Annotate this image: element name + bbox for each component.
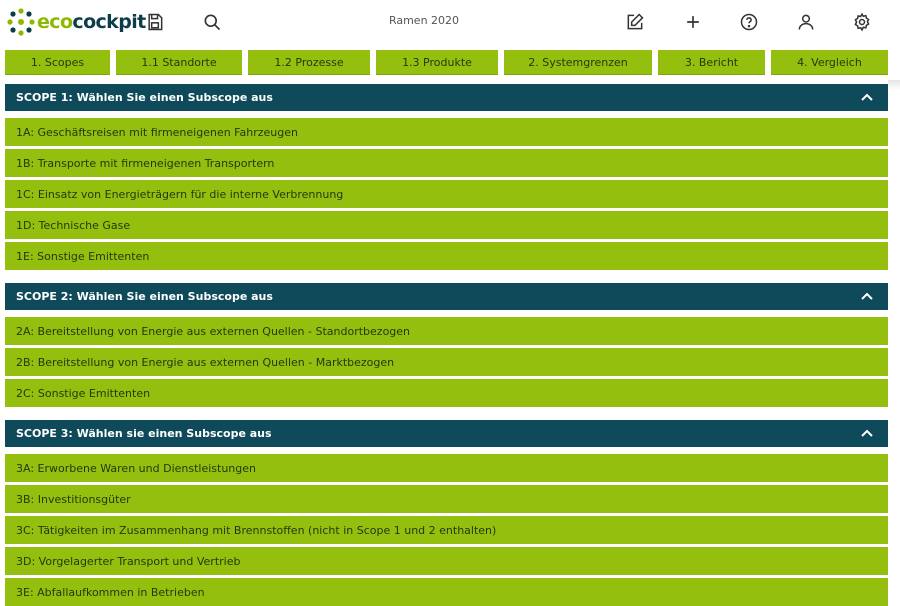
- subscope-1d[interactable]: 1D: Technische Gase: [5, 211, 888, 239]
- scope-3-title: SCOPE 3: Wählen sie einen Subscope aus: [16, 427, 272, 440]
- subscope-3b[interactable]: 3B: Investitionsgüter: [5, 485, 888, 513]
- scroll-edge-shadow: [888, 80, 900, 90]
- tab-prozesse[interactable]: 1.2 Prozesse: [248, 50, 370, 75]
- subscope-1b[interactable]: 1B: Transporte mit firmeneigenen Transpo…: [5, 149, 888, 177]
- add-button[interactable]: [681, 10, 705, 34]
- subscope-3e[interactable]: 3E: Abfallaufkommen in Betrieben: [5, 578, 888, 606]
- scope-1-header[interactable]: SCOPE 1: Wählen Sie einen Subscope aus: [5, 84, 888, 111]
- save-button[interactable]: [143, 10, 167, 34]
- settings-icon: [854, 12, 870, 32]
- scope-2-header[interactable]: SCOPE 2: Wählen Sie einen Subscope aus: [5, 283, 888, 310]
- user-icon: [798, 14, 814, 30]
- scope-1-title: SCOPE 1: Wählen Sie einen Subscope aus: [16, 91, 273, 104]
- search-button[interactable]: [200, 10, 224, 34]
- tab-systemgrenzen[interactable]: 2. Systemgrenzen: [504, 50, 652, 75]
- plus-icon: [687, 16, 699, 28]
- search-icon: [204, 14, 221, 31]
- tab-produkte[interactable]: 1.3 Produkte: [376, 50, 498, 75]
- subscope-1c[interactable]: 1C: Einsatz von Energieträgern für die i…: [5, 180, 888, 208]
- tab-vergleich[interactable]: 4. Vergleich: [771, 50, 888, 75]
- edit-button[interactable]: [623, 10, 647, 34]
- user-button[interactable]: [794, 10, 818, 34]
- help-button[interactable]: [737, 10, 761, 34]
- settings-button[interactable]: [850, 10, 874, 34]
- subscope-3c[interactable]: 3C: Tätigkeiten im Zusammenhang mit Bren…: [5, 516, 888, 544]
- subscope-1e[interactable]: 1E: Sonstige Emittenten: [5, 242, 888, 270]
- subscope-2a[interactable]: 2A: Bereitstellung von Energie aus exter…: [5, 317, 888, 345]
- save-icon: [148, 13, 163, 31]
- logo-wordmark: ecocockpit: [37, 11, 146, 33]
- chevron-up-icon[interactable]: [860, 90, 874, 104]
- top-bar: ecocockpit Ramen 2020: [0, 0, 900, 44]
- logo-mark-icon: [7, 8, 35, 36]
- subscope-2c[interactable]: 2C: Sonstige Emittenten: [5, 379, 888, 407]
- subscope-1a[interactable]: 1A: Geschäftsreisen mit firmeneigenen Fa…: [5, 118, 888, 146]
- tab-bericht[interactable]: 3. Bericht: [658, 50, 765, 75]
- subscope-3d[interactable]: 3D: Vorgelagerter Transport und Vertrieb: [5, 547, 888, 575]
- help-icon: [740, 13, 758, 31]
- step-tabs: 1. Scopes 1.1 Standorte 1.2 Prozesse 1.3…: [0, 50, 900, 75]
- scope-2-title: SCOPE 2: Wählen Sie einen Subscope aus: [16, 290, 273, 303]
- logo-eco-text: eco: [37, 11, 73, 33]
- edit-icon: [627, 13, 644, 30]
- scope-3-header[interactable]: SCOPE 3: Wählen sie einen Subscope aus: [5, 420, 888, 447]
- chevron-up-icon[interactable]: [860, 289, 874, 303]
- project-title: Ramen 2020: [388, 14, 460, 27]
- ecocockpit-logo[interactable]: ecocockpit: [6, 6, 146, 38]
- subscope-3a[interactable]: 3A: Erworbene Waren und Dienstleistungen: [5, 454, 888, 482]
- tab-scopes[interactable]: 1. Scopes: [5, 50, 110, 75]
- subscope-2b[interactable]: 2B: Bereitstellung von Energie aus exter…: [5, 348, 888, 376]
- tab-standorte[interactable]: 1.1 Standorte: [116, 50, 242, 75]
- chevron-up-icon[interactable]: [860, 426, 874, 440]
- logo-cockpit-text: cockpit: [72, 11, 146, 33]
